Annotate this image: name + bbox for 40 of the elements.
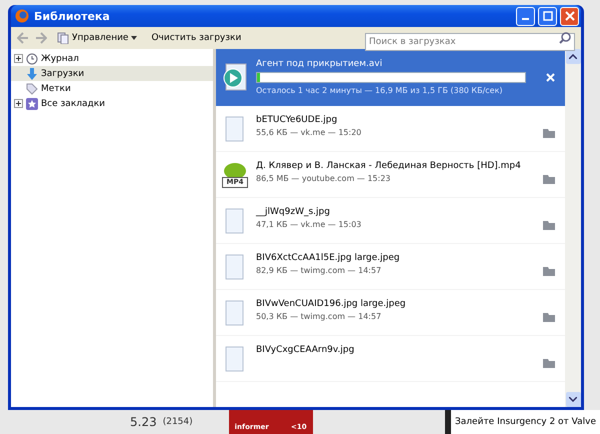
window-title: Библиотека xyxy=(34,10,111,22)
forward-icon[interactable] xyxy=(35,32,47,44)
expand-icon[interactable] xyxy=(14,99,23,108)
maximize-icon xyxy=(542,11,552,21)
search-field[interactable]: Поиск в загрузках xyxy=(365,33,575,51)
folder-icon[interactable] xyxy=(543,266,555,276)
close-button[interactable] xyxy=(560,6,579,26)
folder-icon[interactable] xyxy=(543,312,555,322)
organize-button[interactable]: Управление xyxy=(53,32,142,44)
cancel-icon[interactable] xyxy=(546,72,555,82)
vote-count: (2154) xyxy=(162,417,193,427)
star-icon xyxy=(26,98,38,110)
minimize-button[interactable] xyxy=(516,6,535,26)
sidebar-item[interactable]: Метки xyxy=(11,81,213,96)
back-icon[interactable] xyxy=(17,32,29,44)
scroll-up-icon[interactable] xyxy=(569,54,577,59)
banner-text: Залейте Insurgency 2 от Valve xyxy=(445,410,600,434)
folder-icon[interactable] xyxy=(543,358,555,368)
clock-icon xyxy=(26,52,38,64)
close-icon xyxy=(564,11,574,21)
caret-icon xyxy=(131,36,138,40)
video-file-icon xyxy=(223,161,247,179)
download-item[interactable]: Агент под прикрытием.avi Осталось 1 час 2 минуты — 16,9 МБ из 1,5 ГБ (380 КБ/сек) xyxy=(216,49,565,106)
scrollbar[interactable] xyxy=(565,49,581,407)
documents-icon xyxy=(57,32,69,44)
rating-value: 5.23 xyxy=(130,415,157,429)
folder-icon[interactable] xyxy=(543,128,555,138)
media-file-icon xyxy=(222,63,248,91)
sidebar-item[interactable]: Загрузки xyxy=(11,66,213,81)
expand-icon[interactable] xyxy=(14,54,23,63)
clear-downloads-button[interactable]: Очистить загрузки xyxy=(147,33,246,43)
scroll-down-icon[interactable] xyxy=(569,397,577,402)
maximize-button[interactable] xyxy=(538,6,557,26)
download-arrow-icon xyxy=(26,68,38,80)
sidebar-item[interactable]: Журнал xyxy=(11,51,213,66)
firefox-logo-icon xyxy=(15,9,29,23)
folder-icon[interactable] xyxy=(543,174,555,184)
folder-icon[interactable] xyxy=(543,220,555,230)
sidebar-item[interactable]: Все закладки xyxy=(11,96,213,111)
search-icon xyxy=(559,32,571,44)
